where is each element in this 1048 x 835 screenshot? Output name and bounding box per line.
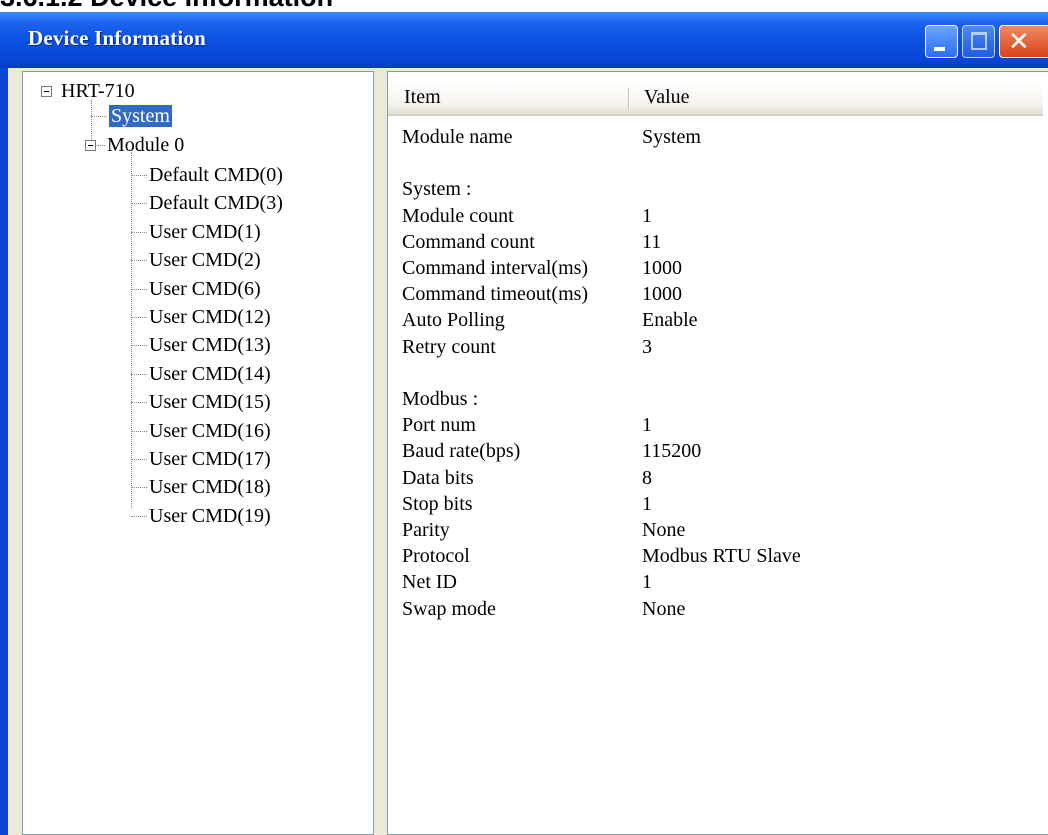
minimize-icon (934, 47, 945, 51)
row-item-label: Modbus : (402, 388, 479, 410)
column-header-item[interactable]: Item (404, 86, 441, 109)
tree-item-command[interactable]: User CMD(17) (149, 446, 271, 472)
tree-connector (131, 232, 147, 233)
row-item-label: Protocol (402, 545, 470, 567)
tree-item-command[interactable]: User CMD(15) (149, 389, 271, 415)
row-item-value: 1 (642, 205, 652, 227)
details-list[interactable]: Item Value Module name System System : Modu… (387, 71, 1048, 835)
close-icon: ✕ (1008, 27, 1030, 57)
tree-connector (131, 152, 132, 508)
row-item-label: Command timeout(ms) (402, 283, 589, 305)
tree-item-command[interactable]: User CMD(14) (149, 361, 271, 387)
tree-connector (131, 345, 147, 346)
tree-item-command[interactable]: User CMD(1) (149, 219, 261, 245)
tree-connector (131, 402, 147, 403)
row-item-value: 3 (642, 336, 652, 358)
row-item-value: 1 (642, 493, 652, 515)
tree-connector (91, 116, 107, 117)
row-item-label: Data bits (402, 467, 474, 489)
tree-item-command[interactable]: User CMD(12) (149, 304, 271, 330)
row-item-value: None (642, 598, 686, 620)
window-title: Device Information (28, 26, 206, 50)
tree-connector (131, 203, 147, 204)
window-client-area: HRT-710 System Module 0 Default CMD(0) De… (8, 68, 1048, 835)
row-item-label: Module name (402, 126, 513, 148)
tree-item-command[interactable]: User CMD(18) (149, 474, 271, 500)
row-item-label: Command interval(ms) (402, 257, 589, 279)
close-button[interactable]: ✕ (999, 25, 1048, 58)
row-item-label: Command count (402, 231, 535, 253)
row-item-value: 1 (642, 571, 652, 593)
tree-item-command[interactable]: Default CMD(0) (149, 162, 283, 188)
row-item-value: System (642, 126, 701, 148)
tree-item-command[interactable]: User CMD(2) (149, 247, 261, 273)
row-item-value: 11 (642, 231, 662, 253)
row-item-label: Net ID (402, 571, 457, 593)
maximize-button[interactable] (962, 25, 995, 58)
tree-connector (131, 516, 147, 517)
device-tree[interactable]: HRT-710 System Module 0 Default CMD(0) De… (22, 71, 374, 835)
row-item-label: Port num (402, 414, 476, 436)
list-header: Item Value (388, 82, 1043, 116)
device-information-window: Device Information ✕ HRT-710 System Modu… (0, 12, 1048, 835)
tree-item-command[interactable]: User CMD(16) (149, 418, 271, 444)
column-header-value[interactable]: Value (644, 86, 690, 109)
row-item-label: Auto Polling (402, 309, 505, 331)
row-item-label: Baud rate(bps) (402, 440, 521, 462)
tree-connector (131, 317, 147, 318)
row-item-label: Swap mode (402, 598, 496, 620)
row-item-value: None (642, 519, 686, 541)
row-item-value: 115200 (642, 440, 702, 462)
tree-item-command[interactable]: User CMD(19) (149, 503, 271, 529)
tree-item-command[interactable]: User CMD(13) (149, 332, 271, 358)
tree-connector (131, 487, 147, 488)
column-divider[interactable] (628, 88, 629, 110)
row-item-value: 1000 (642, 257, 682, 279)
tree-connector (131, 374, 147, 375)
tree-connector (131, 431, 147, 432)
tree-connector (131, 260, 147, 261)
row-item-label: System : (402, 178, 472, 200)
row-item-label: Parity (402, 519, 450, 541)
row-item-value: 8 (642, 467, 652, 489)
row-item-value: 1000 (642, 283, 682, 305)
row-item-label: Retry count (402, 336, 496, 358)
tree-item-command[interactable]: Default CMD(3) (149, 190, 283, 216)
tree-item-module-0[interactable]: Module 0 (107, 132, 184, 158)
tree-item-label: System (108, 104, 173, 128)
row-item-value: 1 (642, 414, 652, 436)
document-heading: 3.6.1.2 Device Information (0, 0, 700, 12)
row-item-label: Module count (402, 205, 514, 227)
row-item-label: Stop bits (402, 493, 473, 515)
collapse-toggle-module-0[interactable] (85, 140, 96, 151)
title-bar[interactable]: Device Information ✕ (0, 12, 1048, 68)
row-item-value: Enable (642, 309, 698, 331)
tree-connector (97, 145, 105, 146)
row-item-value: Modbus RTU Slave (642, 545, 801, 567)
tree-item-command[interactable]: User CMD(6) (149, 276, 261, 302)
tree-item-root[interactable]: HRT-710 (61, 78, 135, 104)
minimize-button[interactable] (925, 25, 958, 58)
maximize-icon (971, 32, 987, 50)
tree-connector (131, 175, 147, 176)
collapse-toggle-root[interactable] (41, 86, 52, 97)
tree-item-system[interactable]: System (108, 104, 173, 128)
tree-connector (131, 459, 147, 460)
tree-connector (131, 289, 147, 290)
